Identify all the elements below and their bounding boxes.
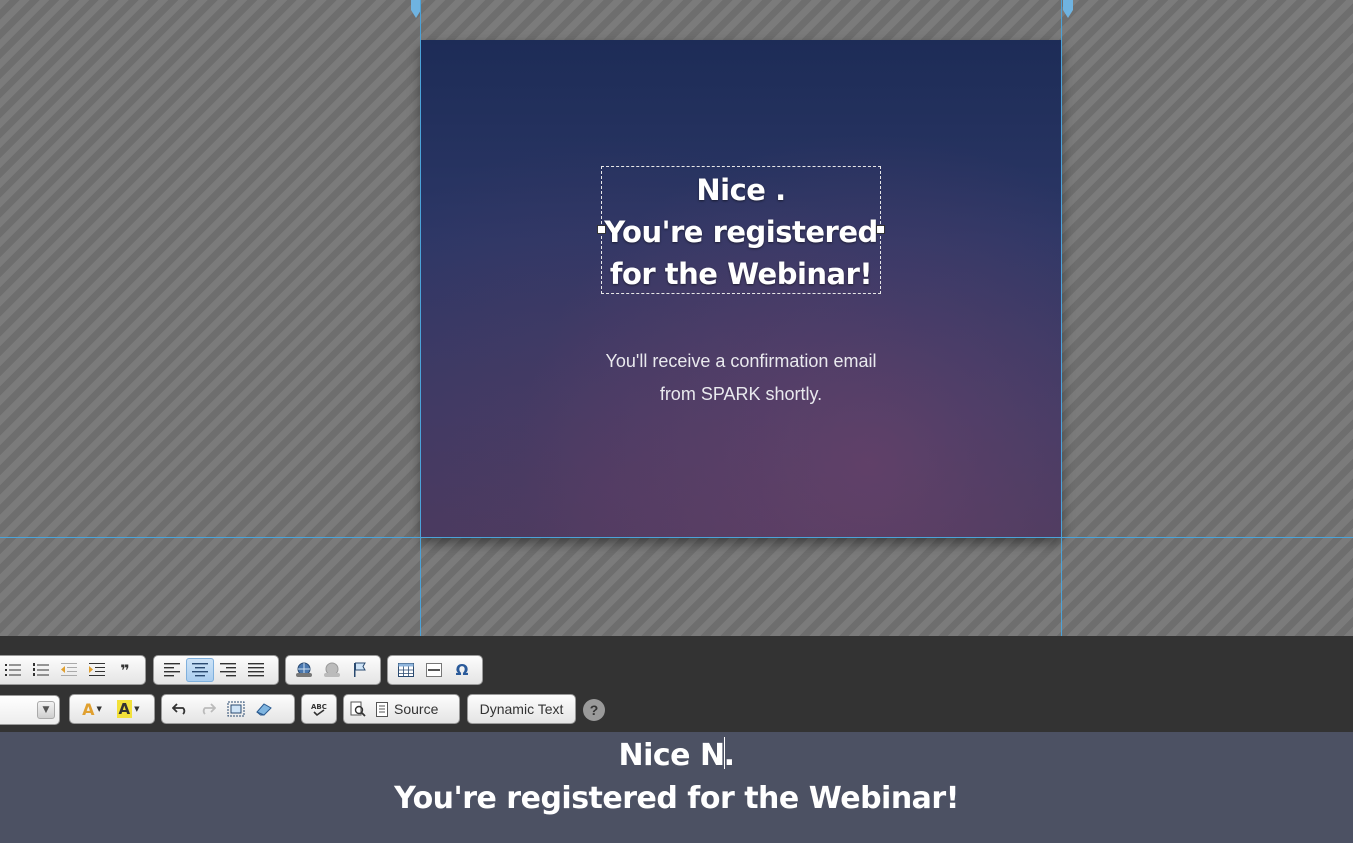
background-color-icon: A	[116, 700, 133, 718]
vertical-guide-left	[420, 0, 421, 636]
editor-line-2: You're registered for the Webinar!	[394, 781, 959, 816]
insert-button-group: Ω	[387, 655, 483, 685]
undo-icon[interactable]	[166, 697, 194, 721]
vertical-guide-right	[1061, 0, 1062, 636]
subtext-line: from SPARK shortly.	[659, 384, 823, 404]
align-center-icon[interactable]	[186, 658, 214, 682]
dynamic-text-label: Dynamic Text	[479, 701, 564, 717]
anchor-flag-icon[interactable]	[346, 658, 374, 682]
horizontal-guide	[0, 537, 1353, 538]
headline-text[interactable]: Nice . You're registered for the Webinar…	[602, 169, 880, 295]
spellcheck-button-group: ABC	[301, 694, 337, 724]
blockquote-icon[interactable]: ❞	[111, 658, 139, 682]
outdent-icon[interactable]	[55, 658, 83, 682]
chevron-down-icon[interactable]: ▼	[37, 701, 55, 719]
alignment-button-group	[153, 655, 279, 685]
editor-text-after-caret: .	[723, 738, 735, 773]
eraser-icon[interactable]	[250, 697, 278, 721]
inline-text-editor[interactable]: Nice N. You're registered for the Webina…	[0, 732, 1353, 843]
align-left-icon[interactable]	[158, 658, 186, 682]
link-button-group	[285, 655, 381, 685]
editor-text-before-caret: Nice N	[618, 738, 726, 773]
editor-line-1: Nice N.	[0, 734, 1353, 777]
spellcheck-icon[interactable]: ABC	[306, 697, 332, 721]
chevron-down-icon: ▼	[96, 705, 102, 713]
find-replace-icon[interactable]	[350, 701, 366, 717]
color-button-group: A ▼ A ▼	[69, 694, 155, 724]
svg-text:ABC: ABC	[311, 703, 327, 711]
redo-icon[interactable]	[194, 697, 222, 721]
align-right-icon[interactable]	[214, 658, 242, 682]
link-icon[interactable]	[290, 658, 318, 682]
help-icon[interactable]: ?	[583, 699, 605, 721]
font-size-combo[interactable]: ▼	[0, 695, 60, 725]
headline-line: You're registered	[604, 215, 878, 249]
special-char-icon[interactable]: Ω	[448, 658, 476, 682]
background-color-button[interactable]: A ▼	[110, 697, 146, 721]
design-canvas[interactable]: Nice . You're registered for the Webinar…	[0, 0, 1353, 636]
headline-line: for the Webinar!	[609, 257, 873, 291]
unlink-icon[interactable]	[318, 658, 346, 682]
list-button-group: ❞	[0, 655, 146, 685]
landing-page-section[interactable]: Nice . You're registered for the Webinar…	[421, 40, 1061, 537]
text-color-button[interactable]: A ▼	[74, 697, 110, 721]
chevron-down-icon: ▼	[134, 705, 140, 713]
headline-line: Nice .	[696, 173, 786, 207]
horizontal-rule-icon[interactable]	[420, 658, 448, 682]
justify-icon[interactable]	[242, 658, 270, 682]
confirmation-text[interactable]: You'll receive a confirmation email from…	[421, 345, 1061, 411]
selected-text-block[interactable]: Nice . You're registered for the Webinar…	[597, 166, 885, 295]
numbered-list-icon[interactable]	[27, 658, 55, 682]
source-icon	[376, 701, 388, 717]
select-all-icon[interactable]	[222, 697, 250, 721]
right-margin-marker-icon[interactable]	[1063, 0, 1073, 18]
subtext-line: You'll receive a confirmation email	[605, 351, 877, 371]
bulleted-list-icon[interactable]	[0, 658, 27, 682]
source-label: Source	[394, 701, 439, 717]
text-color-icon: A	[82, 699, 95, 719]
indent-icon[interactable]	[83, 658, 111, 682]
table-icon[interactable]	[392, 658, 420, 682]
history-button-group	[161, 694, 295, 724]
dynamic-text-button[interactable]: Dynamic Text	[467, 694, 576, 724]
source-button[interactable]: Source	[343, 694, 460, 724]
editor-content[interactable]: Nice N. You're registered for the Webina…	[0, 734, 1353, 820]
